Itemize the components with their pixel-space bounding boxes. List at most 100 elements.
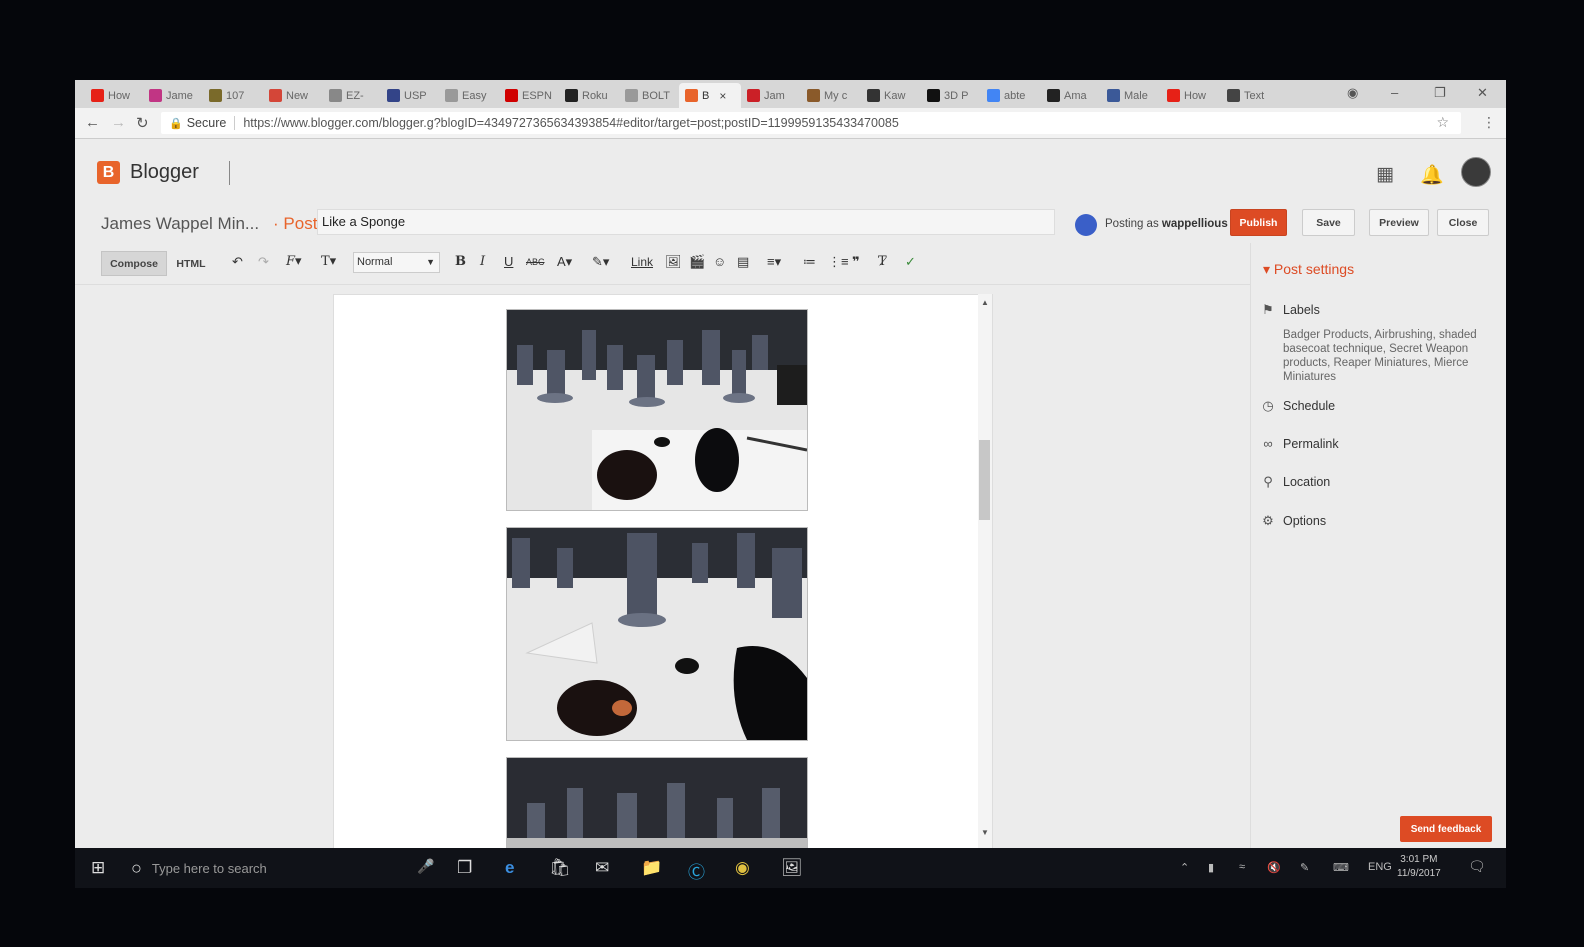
labels-item[interactable]: ⚑ Labels (1261, 302, 1320, 318)
chrome-icon[interactable]: ◉ (735, 858, 750, 878)
browser-tab[interactable]: 3D P (921, 83, 981, 108)
address-bar[interactable]: 🔒 Secure https://www.blogger.com/blogger… (161, 112, 1461, 134)
avatar[interactable] (1461, 157, 1491, 187)
tab-close-icon[interactable]: × (719, 89, 726, 103)
restore-icon[interactable]: ❐ (1434, 85, 1446, 101)
save-button[interactable]: Save (1302, 209, 1355, 236)
insert-image-icon[interactable]: 🖼 (665, 254, 682, 270)
window-close-icon[interactable]: ✕ (1477, 85, 1488, 101)
publish-button[interactable]: Publish (1230, 209, 1287, 236)
browser-tab[interactable]: New (263, 83, 323, 108)
browser-tab[interactable]: BOLT (619, 83, 679, 108)
photos-app-icon[interactable]: 🖼 (781, 858, 803, 878)
skype-icon[interactable]: Ⓒ (688, 858, 705, 883)
taskbar-search[interactable]: ○ Type here to search (131, 858, 267, 879)
post-settings-heading[interactable]: ▾ Post settings (1263, 261, 1354, 278)
browser-tab[interactable]: EZ- (323, 83, 381, 108)
options-item[interactable]: ⚙ Options (1261, 513, 1326, 529)
compose-mode-button[interactable]: Compose (101, 251, 167, 276)
language-indicator[interactable]: ENG (1368, 861, 1392, 873)
browser-tab[interactable]: Male (1101, 83, 1161, 108)
store-icon[interactable]: 🛍 (549, 858, 571, 878)
font-size-icon[interactable]: T▾ (321, 254, 336, 269)
jump-break-icon[interactable]: ▤ (737, 254, 749, 270)
labels-value[interactable]: Badger Products, Airbrushing, shaded bas… (1283, 328, 1498, 384)
highlight-color-icon[interactable]: ✎▾ (592, 254, 609, 270)
browser-menu-icon[interactable]: ⋮ (1482, 114, 1496, 131)
minimize-icon[interactable]: – (1391, 85, 1398, 100)
wifi-icon[interactable]: ≈ (1239, 861, 1245, 873)
browser-tab[interactable]: 107 (203, 83, 263, 108)
action-center-icon[interactable]: 🗨 (1468, 858, 1486, 875)
notifications-bell-icon[interactable]: 🔔 (1420, 163, 1444, 187)
browser-tab[interactable]: Jame (143, 83, 203, 108)
scrollbar-thumb[interactable] (979, 440, 990, 520)
app-name[interactable]: Blogger (130, 161, 199, 184)
mail-icon[interactable]: ✉ (595, 858, 609, 878)
post-title-input[interactable]: Like a Sponge (317, 209, 1055, 235)
numbered-list-icon[interactable]: ≔ (803, 254, 816, 270)
pen-icon[interactable]: ✎ (1300, 861, 1309, 874)
url-text[interactable]: https://www.blogger.com/blogger.g?blogID… (243, 116, 899, 130)
edge-browser-icon[interactable]: e (505, 858, 514, 878)
forward-icon[interactable]: → (111, 114, 126, 131)
underline-icon[interactable]: U (504, 254, 513, 269)
location-item[interactable]: ⚲ Location (1261, 474, 1330, 490)
back-icon[interactable]: ← (85, 114, 100, 131)
bullet-list-icon[interactable]: ⋮≡ (828, 254, 849, 270)
post-image-1[interactable] (506, 309, 808, 511)
font-family-icon[interactable]: F▾ (286, 254, 302, 269)
browser-tab[interactable]: ESPN (499, 83, 559, 108)
file-explorer-icon[interactable]: 📁 (641, 858, 662, 878)
profile-icon[interactable]: ◉ (1347, 85, 1358, 101)
browser-tab[interactable]: Easy (439, 83, 499, 108)
paragraph-style-select[interactable]: Normal ▼ (353, 252, 440, 273)
battery-icon[interactable]: ▮ (1208, 861, 1214, 874)
redo-icon[interactable]: ↷ (258, 254, 269, 270)
blog-title[interactable]: James Wappel Min... (101, 214, 259, 234)
quote-icon[interactable]: ❞ (852, 254, 860, 270)
editor-scrollbar[interactable] (978, 294, 992, 888)
browser-tab[interactable]: Roku (559, 83, 619, 108)
close-button[interactable]: Close (1437, 209, 1489, 236)
browser-tab[interactable]: Text (1221, 83, 1281, 108)
browser-tab[interactable]: Ama (1041, 83, 1101, 108)
text-color-icon[interactable]: A▾ (557, 254, 572, 270)
preview-button[interactable]: Preview (1369, 209, 1429, 236)
spellcheck-icon[interactable]: ✓ (905, 254, 916, 270)
apps-grid-icon[interactable]: ▦ (1376, 163, 1394, 186)
browser-tab[interactable]: abte (981, 83, 1041, 108)
browser-tab[interactable]: Kaw (861, 83, 921, 108)
browser-tab[interactable]: Jam (741, 83, 801, 108)
send-feedback-button[interactable]: Send feedback (1400, 816, 1492, 842)
blogger-logo-icon[interactable]: B (97, 161, 120, 184)
italic-icon[interactable]: I (480, 254, 485, 269)
emoji-icon[interactable]: ☺ (713, 254, 726, 269)
strikethrough-icon[interactable]: ABC (526, 257, 545, 267)
browser-tab[interactable]: How (1161, 83, 1221, 108)
tray-chevron-icon[interactable]: ⌃ (1180, 861, 1189, 874)
browser-tab[interactable]: How (85, 83, 143, 108)
html-mode-button[interactable]: HTML (167, 251, 215, 276)
windows-start-icon[interactable]: ⊞ (91, 858, 105, 878)
scroll-down-icon[interactable]: ▼ (981, 828, 989, 837)
scroll-up-icon[interactable]: ▲ (981, 298, 989, 307)
reload-icon[interactable]: ↻ (136, 114, 149, 132)
link-button[interactable]: Link (631, 255, 653, 269)
microphone-icon[interactable]: 🎤 (417, 858, 434, 875)
keyboard-icon[interactable]: ⌨ (1333, 861, 1349, 874)
browser-tab[interactable]: B × (679, 83, 741, 108)
volume-muted-icon[interactable]: 🔇 (1267, 861, 1281, 874)
post-editor[interactable] (333, 294, 993, 888)
alignment-icon[interactable]: ≡▾ (767, 254, 781, 270)
insert-video-icon[interactable]: 🎬 (689, 254, 705, 270)
browser-tab[interactable]: My c (801, 83, 861, 108)
post-image-2[interactable] (506, 527, 808, 741)
remove-formatting-icon[interactable]: T̷ (878, 254, 887, 269)
undo-icon[interactable]: ↶ (232, 254, 243, 270)
permalink-item[interactable]: ∞ Permalink (1261, 436, 1338, 451)
taskbar-clock[interactable]: 3:01 PM 11/9/2017 (1397, 853, 1441, 881)
bookmark-star-icon[interactable]: ☆ (1436, 114, 1449, 131)
browser-tab[interactable]: USP (381, 83, 439, 108)
schedule-item[interactable]: ◷ Schedule (1261, 398, 1335, 414)
